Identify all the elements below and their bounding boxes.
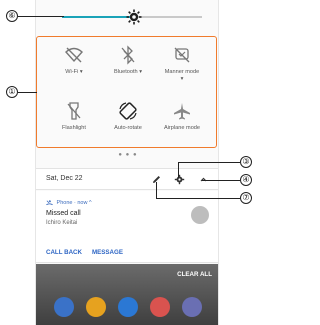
page-indicator: ● ● ● xyxy=(118,152,138,158)
messages-app-icon[interactable] xyxy=(118,297,138,317)
callout-7: ⑦ xyxy=(240,192,252,204)
notification-app: Phone · now ^ xyxy=(56,199,92,206)
home-screen-background: CLEAR ALL xyxy=(36,264,218,325)
phone-app-icon[interactable] xyxy=(54,297,74,317)
clear-all-button[interactable]: CLEAR ALL xyxy=(177,271,212,278)
camera-app-icon[interactable] xyxy=(182,297,202,317)
callout-3-leader xyxy=(178,162,240,163)
avatar xyxy=(191,206,209,224)
notification-title: Missed call xyxy=(46,210,81,217)
settings-gear-icon[interactable] xyxy=(174,174,185,185)
call-back-button[interactable]: CALL BACK xyxy=(46,249,82,256)
callout-6: ⑥ xyxy=(6,10,18,22)
callout-4: ④ xyxy=(240,174,252,186)
brightness-row xyxy=(36,0,218,34)
brightness-slider-thumb-icon[interactable] xyxy=(126,9,142,25)
callout-1: ① xyxy=(6,86,18,98)
phone-missed-icon xyxy=(46,200,53,206)
notification-header: Phone · now ^ xyxy=(46,199,92,206)
date-row: Sat, Dec 22 xyxy=(36,168,218,190)
missed-call-notification[interactable]: Phone · now ^ Missed call Ichiro Keitai … xyxy=(36,191,218,263)
callout-7-leader-vertical xyxy=(156,182,157,198)
quick-settings-highlight-frame xyxy=(36,36,217,148)
message-button[interactable]: MESSAGE xyxy=(92,249,123,256)
callout-1-leader xyxy=(18,92,37,93)
callout-4-leader xyxy=(202,180,240,181)
brightness-fill xyxy=(62,16,132,18)
callout-3-leader-vertical xyxy=(178,162,179,178)
callout-3: ③ xyxy=(240,156,252,168)
callout-7-leader xyxy=(156,198,240,199)
mail-app-icon[interactable] xyxy=(150,297,170,317)
callout-6-leader xyxy=(18,16,64,17)
browser-app-icon[interactable] xyxy=(86,297,106,317)
date-label: Sat, Dec 22 xyxy=(46,175,83,182)
notification-caller: Ichiro Keitai xyxy=(46,220,78,226)
